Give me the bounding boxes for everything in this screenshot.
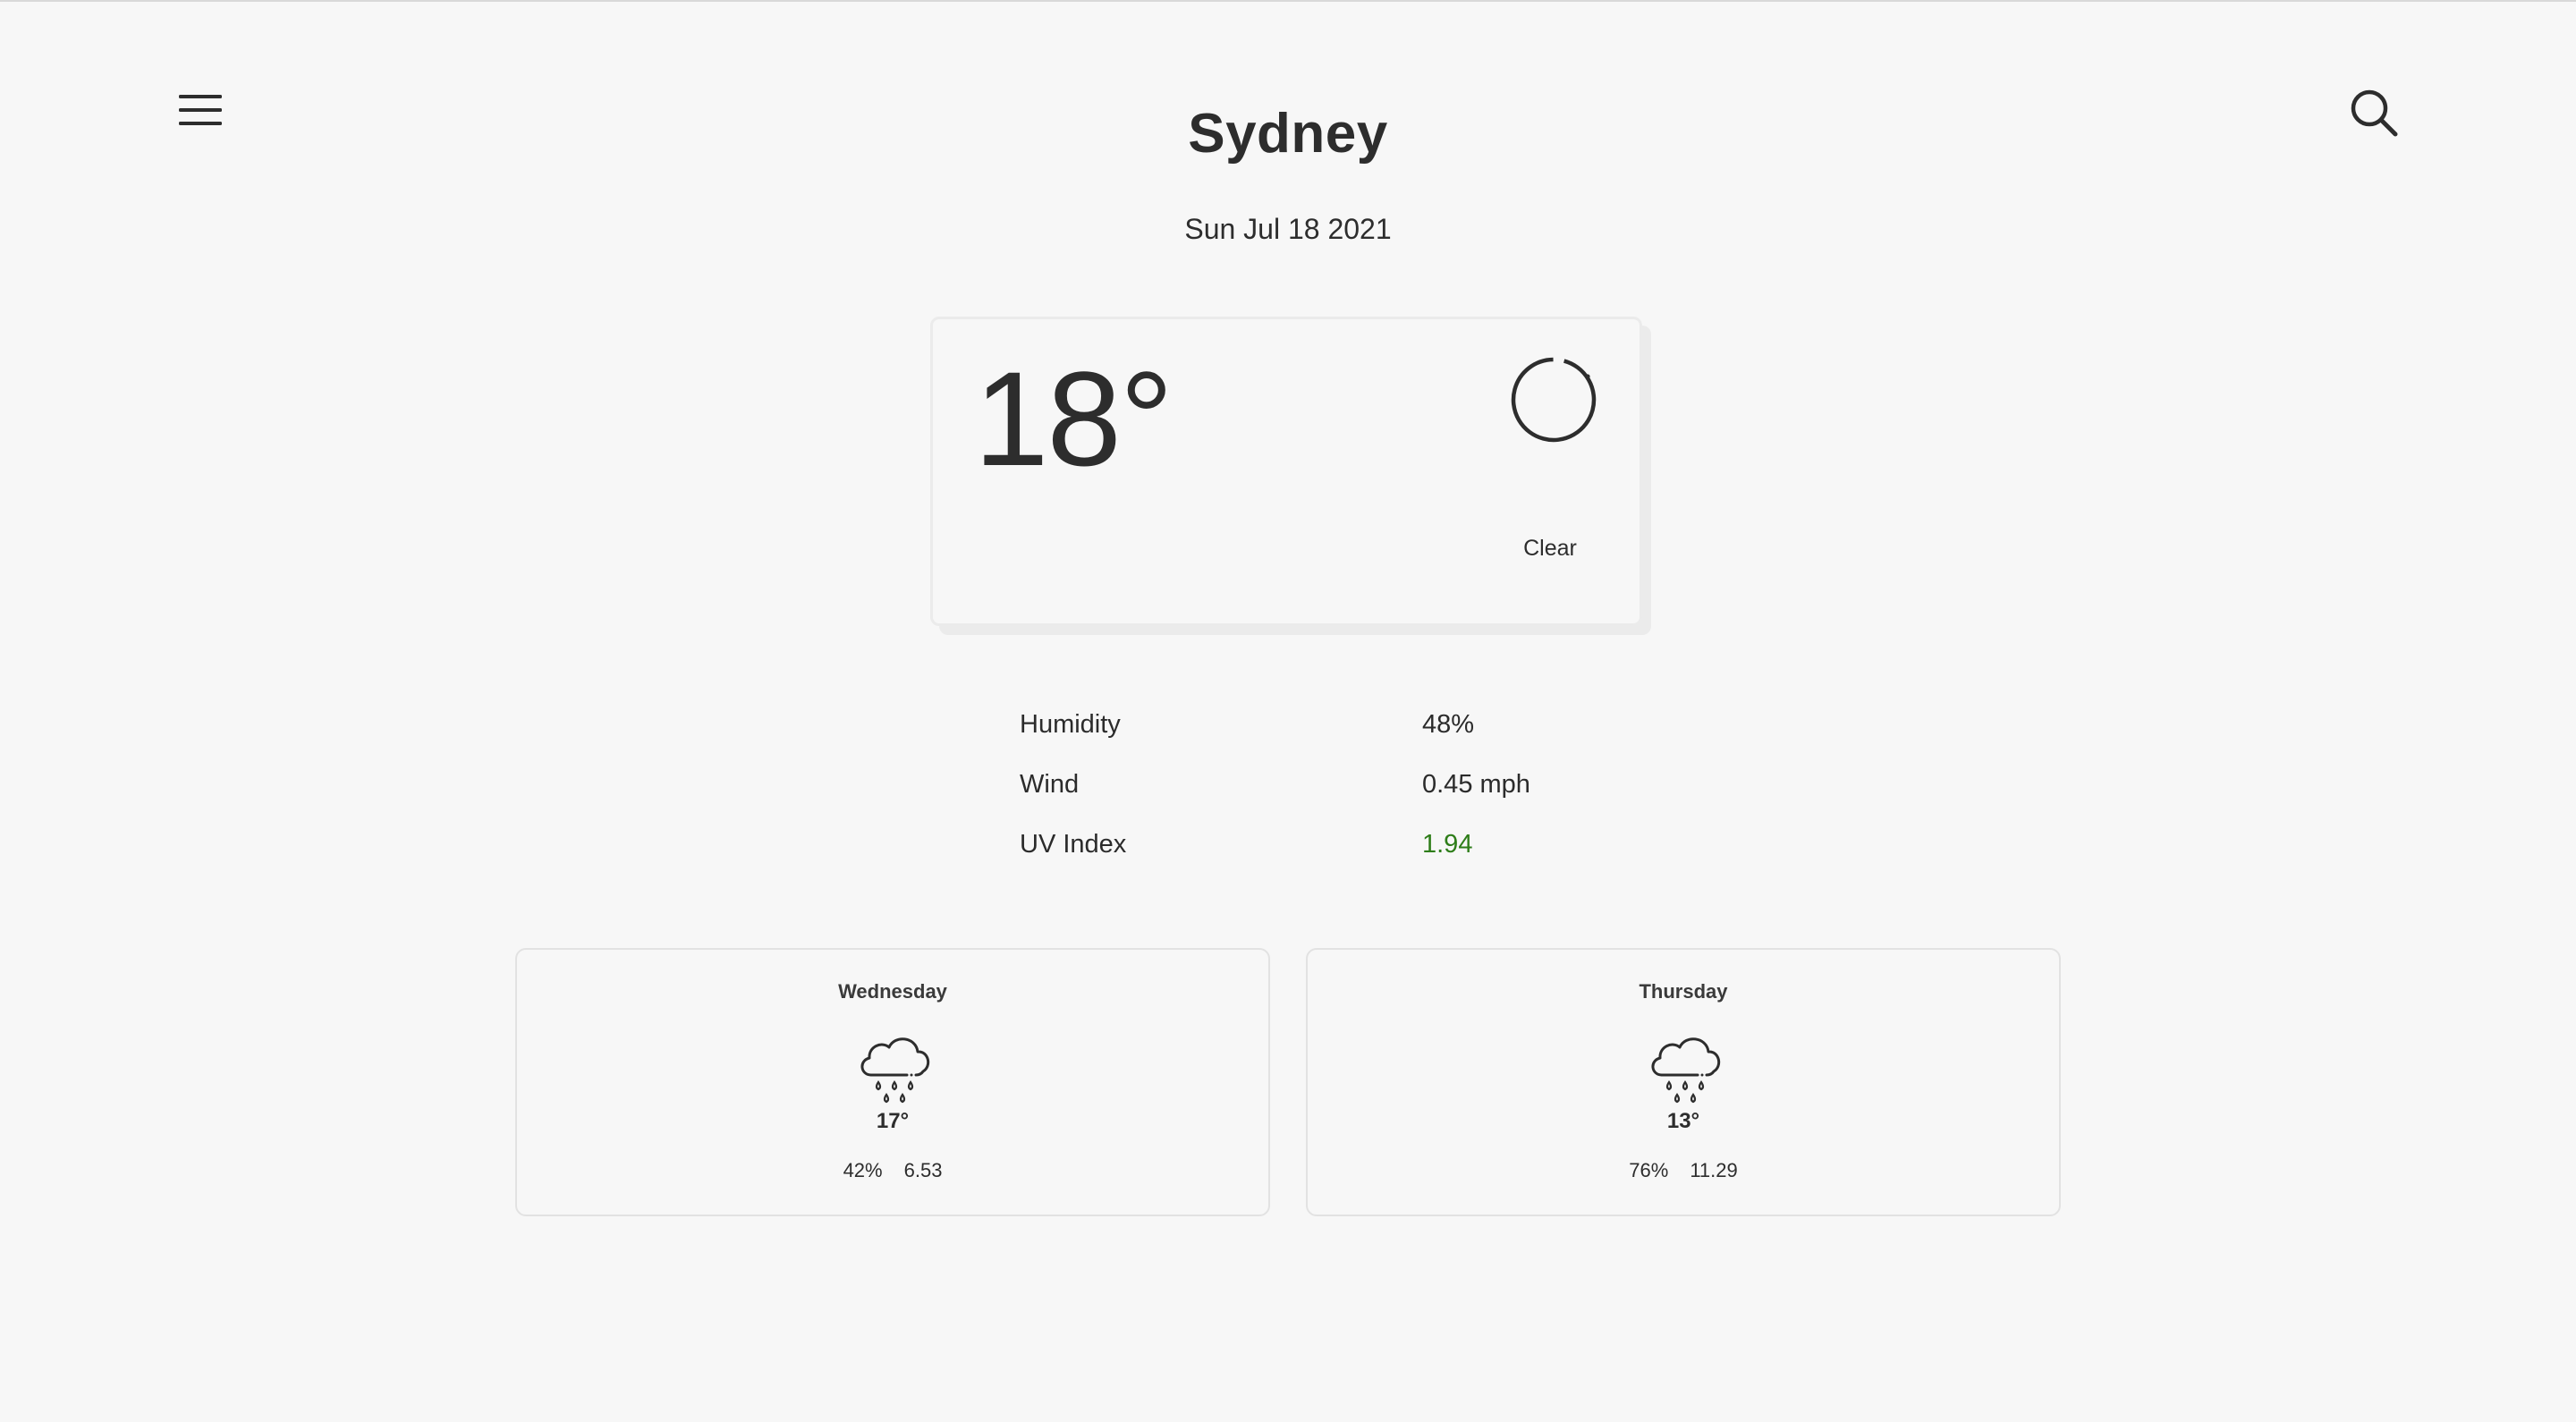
weather-details: Humidity 48% Wind 0.45 mph UV Index 1.94 (1020, 710, 1592, 890)
rain-cloud-icon (855, 1030, 934, 1105)
forecast-humidity: 76% (1629, 1159, 1669, 1181)
forecast-wind: 11.29 (1690, 1159, 1738, 1181)
humidity-value: 48% (1422, 710, 1475, 739)
forecast-day: Wednesday (838, 980, 947, 1003)
forecast-card-thursday[interactable]: Thursday 13° 76% 11.29 (1306, 948, 2061, 1216)
forecast-temperature: 17° (876, 1109, 910, 1133)
humidity-label: Humidity (1020, 710, 1121, 739)
current-weather-card: 18° Clear (930, 317, 1642, 626)
humidity-row: Humidity 48% (1020, 710, 1592, 770)
uv-index-label: UV Index (1020, 830, 1127, 859)
forecast-temperature: 13° (1666, 1109, 1700, 1133)
current-temperature: 18° (974, 343, 1174, 494)
uv-index-value: 1.94 (1422, 830, 1473, 859)
wind-label: Wind (1020, 770, 1080, 799)
current-date: Sun Jul 18 2021 (1184, 213, 1392, 245)
city-title: Sydney (1188, 103, 1388, 165)
weather-page: Sydney Sun Jul 18 2021 18° Clear Humidit… (0, 0, 2576, 1422)
forecast-card-wednesday[interactable]: Wednesday 17° 42% 6.53 (515, 948, 1270, 1216)
uv-index-row: UV Index 1.94 (1020, 830, 1592, 890)
forecast-day: Thursday (1639, 980, 1728, 1003)
wind-row: Wind 0.45 mph (1020, 770, 1592, 830)
rain-cloud-icon (1646, 1030, 1724, 1105)
forecast-humidity: 42% (843, 1159, 883, 1181)
wind-value: 0.45 mph (1422, 770, 1530, 799)
forecast-meta: 76% 11.29 (1308, 1159, 2059, 1182)
current-condition: Clear (1523, 536, 1577, 561)
forecast-meta: 42% 6.53 (517, 1159, 1268, 1182)
forecast-wind: 6.53 (903, 1159, 943, 1181)
clear-sky-circle-icon (1509, 355, 1598, 444)
